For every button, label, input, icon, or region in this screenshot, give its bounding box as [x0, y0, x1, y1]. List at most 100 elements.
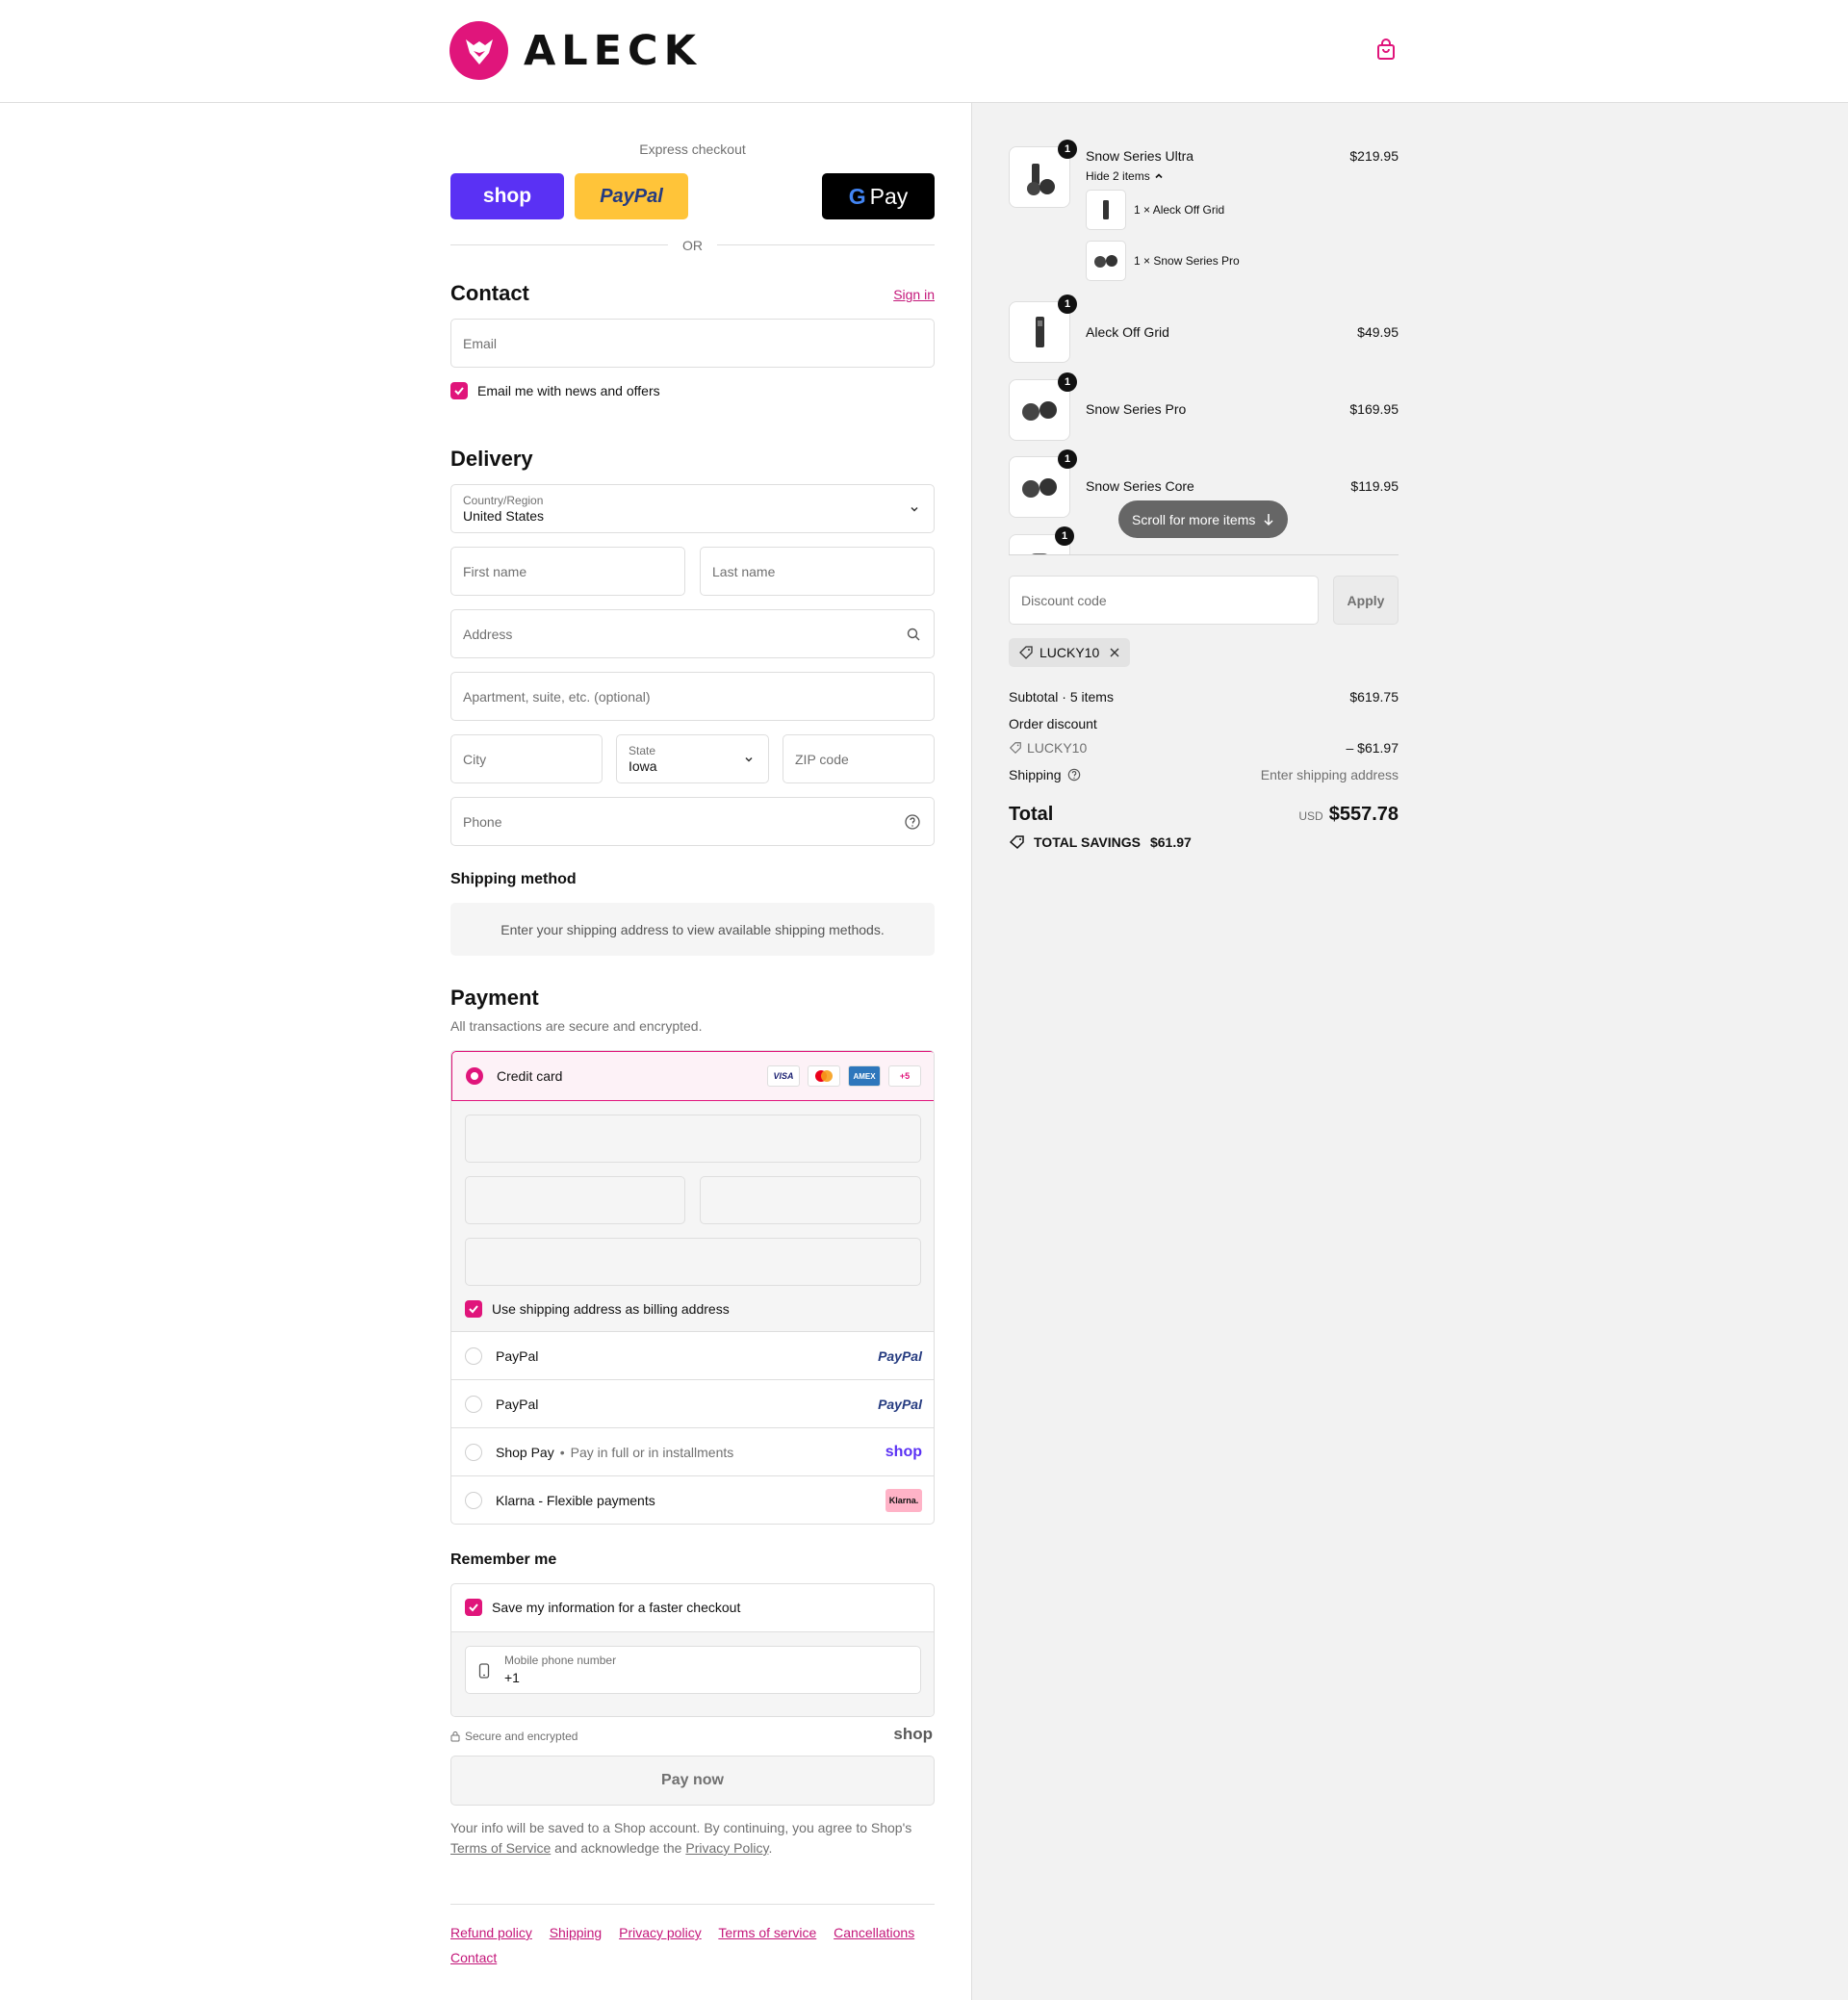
discount-value: – $61.97 [1346, 740, 1399, 756]
footer-links: Refund policy Shipping Privacy policy Te… [450, 1920, 935, 1970]
shop-pay-radio[interactable] [465, 1443, 482, 1461]
secure-label: Secure and encrypted [465, 1730, 578, 1743]
phone-field[interactable]: Phone [450, 797, 935, 846]
card-details-panel: Use shipping address as billing address [451, 1101, 934, 1332]
contact-link[interactable]: Contact [450, 1950, 497, 1965]
email-field[interactable]: Email [450, 319, 935, 368]
billing-checkbox[interactable] [465, 1300, 482, 1318]
shop-pay-option[interactable]: Shop Pay • Pay in full or in installment… [451, 1428, 934, 1476]
state-select[interactable]: State Iowa [616, 734, 769, 783]
remember-me-title: Remember me [450, 1551, 557, 1568]
express-checkout-title: Express checkout [639, 141, 746, 157]
paypal-express-label: PayPal [600, 185, 663, 207]
total-label: Total [1009, 804, 1054, 825]
shopping-bag-icon[interactable] [1374, 38, 1398, 62]
refund-policy-link[interactable]: Refund policy [450, 1925, 532, 1940]
delivery-title: Delivery [450, 447, 533, 471]
shop-pay-label: Shop Pay [496, 1444, 554, 1460]
shipping-link[interactable]: Shipping [550, 1925, 603, 1940]
payment-title: Payment [450, 986, 539, 1010]
paypal-option[interactable]: PayPal PayPal [451, 1332, 934, 1380]
klarna-label: Klarna - Flexible payments [496, 1493, 655, 1508]
credit-card-radio[interactable] [466, 1067, 483, 1085]
amex-icon: AMEX [848, 1065, 881, 1087]
savings-tag-icon [1009, 835, 1024, 850]
last-name-placeholder: Last name [712, 563, 776, 579]
shop-pay-button[interactable]: shop [450, 173, 564, 219]
privacy-policy-link[interactable]: Privacy policy [619, 1925, 702, 1940]
klarna-logo: Klarna. [886, 1489, 922, 1512]
city-field[interactable]: City [450, 734, 603, 783]
state-label: State [629, 743, 656, 757]
country-select[interactable]: Country/Region United States [450, 484, 935, 533]
shipping-method-title: Shipping method [450, 871, 577, 887]
paypal-radio-2[interactable] [465, 1395, 482, 1413]
currency-label: USD [1298, 809, 1323, 823]
klarna-radio[interactable] [465, 1492, 482, 1509]
tag-icon [1009, 742, 1021, 755]
first-name-field[interactable]: First name [450, 547, 685, 596]
paypal-label: PayPal [496, 1347, 539, 1364]
total-amount: USD $557.78 [1298, 804, 1399, 826]
order-summary: 1 Snow Series Ultra $219.95 Hide 2 items… [971, 103, 1848, 2000]
first-name-placeholder: First name [463, 563, 527, 579]
terms-of-service-link[interactable]: Terms of service [718, 1925, 816, 1940]
discount-code-label: LUCKY10 [1027, 740, 1088, 756]
google-pay-label: Pay [869, 183, 909, 209]
mobile-panel: Mobile phone number +1 [451, 1631, 934, 1716]
card-expiry-field[interactable] [465, 1176, 685, 1224]
mobile-phone-field[interactable]: Mobile phone number +1 [465, 1646, 921, 1694]
help-circle-icon[interactable] [1067, 768, 1081, 782]
total-value: $557.78 [1328, 804, 1399, 825]
billing-checkbox-row[interactable]: Use shipping address as billing address [465, 1300, 730, 1318]
billing-label: Use shipping address as billing address [492, 1301, 730, 1317]
country-value: United States [463, 507, 545, 524]
cancellations-link[interactable]: Cancellations [834, 1925, 914, 1940]
news-checkbox[interactable] [450, 382, 468, 399]
news-offers-checkbox-row[interactable]: Email me with news and offers [450, 382, 660, 399]
payment-methods: Credit card VISA AMEX +5 Use shipping ad… [450, 1050, 935, 1525]
card-cvc-field[interactable] [700, 1176, 921, 1224]
credit-card-option[interactable]: Credit card VISA AMEX +5 [451, 1051, 934, 1101]
lock-icon [450, 1731, 460, 1742]
klarna-option[interactable]: Klarna - Flexible payments Klarna. [451, 1476, 934, 1524]
brand-logo[interactable]: ALECK [449, 21, 702, 80]
paypal-radio[interactable] [465, 1346, 482, 1365]
card-number-field[interactable] [465, 1115, 921, 1163]
google-g-icon: G [848, 183, 866, 209]
paypal-logo: PayPal [878, 1347, 922, 1364]
subtotal-label: Subtotal · 5 items [1009, 689, 1114, 705]
paypal-option-2[interactable]: PayPal PayPal [451, 1380, 934, 1428]
help-circle-icon[interactable] [905, 813, 920, 830]
divider [717, 244, 935, 245]
city-placeholder: City [463, 751, 487, 767]
shipping-notice: Enter your shipping address to view avai… [450, 903, 935, 956]
sign-in-link[interactable]: Sign in [893, 287, 935, 302]
pay-now-button[interactable]: Pay now [450, 1756, 935, 1806]
save-info-checkbox-row[interactable]: Save my information for a faster checkou… [465, 1599, 740, 1616]
apartment-field[interactable]: Apartment, suite, etc. (optional) [450, 672, 935, 721]
savings-value: $61.97 [1149, 834, 1192, 850]
mobile-value: +1 [504, 1670, 520, 1685]
address-field[interactable]: Address [450, 609, 935, 658]
terms-link[interactable]: Terms of Service [450, 1840, 551, 1856]
brand-name: ALECK [524, 26, 702, 75]
more-cards-badge: +5 [888, 1065, 921, 1087]
card-name-field[interactable] [465, 1238, 921, 1286]
zip-field[interactable]: ZIP code [783, 734, 935, 783]
legal-end: . [768, 1840, 773, 1856]
legal-text: Your info will be saved to a Shop accoun… [450, 1818, 935, 1859]
secure-note: Secure and encrypted [450, 1730, 578, 1743]
privacy-link[interactable]: Privacy Policy [685, 1840, 768, 1856]
save-info-checkbox[interactable] [465, 1599, 482, 1616]
last-name-field[interactable]: Last name [700, 547, 935, 596]
order-discount-label: Order discount [1009, 716, 1097, 731]
paypal-express-button[interactable]: PayPal [575, 173, 688, 219]
news-label: Email me with news and offers [477, 383, 660, 398]
credit-card-label: Credit card [497, 1068, 563, 1084]
shipping-row: Shipping [1009, 767, 1081, 782]
chevron-down-icon [911, 506, 918, 512]
paypal-label-2: PayPal [496, 1396, 539, 1412]
email-placeholder: Email [463, 335, 498, 351]
google-pay-button[interactable]: G Pay [822, 173, 935, 219]
